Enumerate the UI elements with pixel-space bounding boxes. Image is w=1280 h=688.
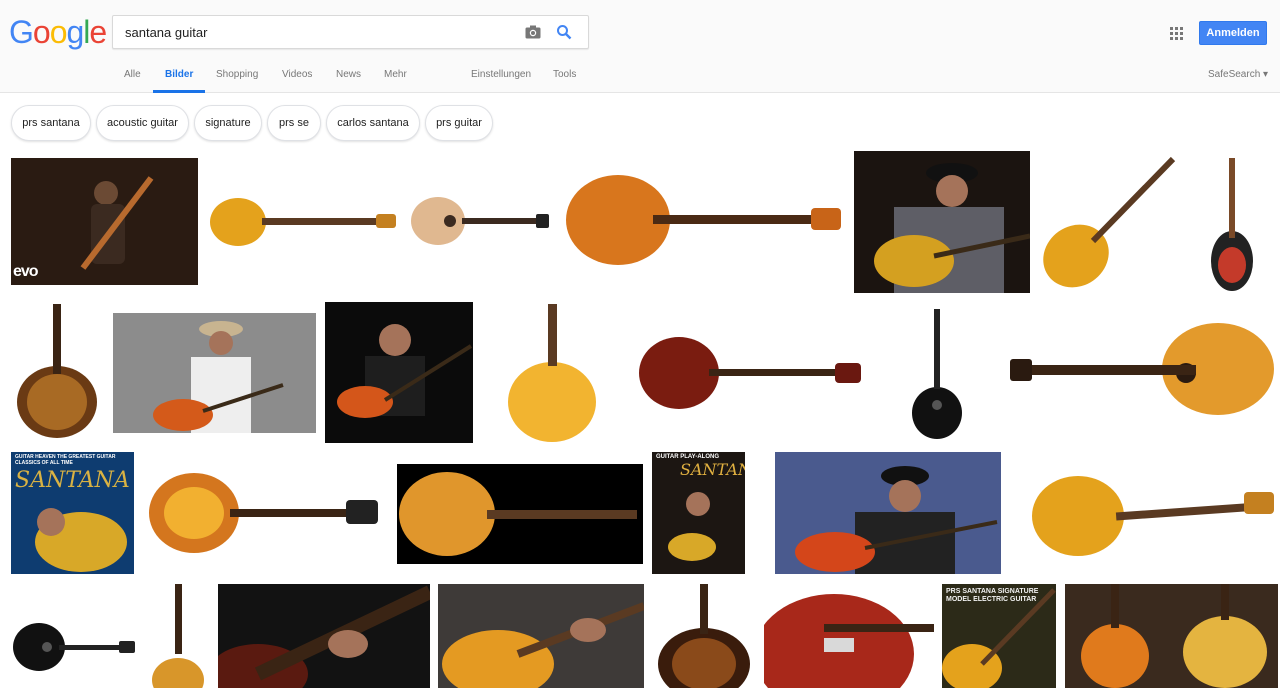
result-image[interactable] [505,302,600,443]
result-image[interactable] [113,313,316,433]
result-image[interactable]: GUITAR HEAVEN THE GREATEST GUITAR CLASSI… [11,452,134,574]
result-image[interactable]: evo [11,158,198,285]
search-icon[interactable] [556,24,572,40]
search-box[interactable]: santana guitar [112,15,589,49]
guitarist-photo-icon [325,302,473,443]
guitar-icon [912,309,962,439]
tab-tools[interactable]: Tools [553,69,576,80]
tab-einstellungen[interactable]: Einstellungen [471,69,531,80]
result-image[interactable] [563,170,843,270]
chip-prs-se[interactable]: prs se [267,105,321,141]
result-image[interactable] [1065,584,1278,688]
tab-news[interactable]: News [336,69,361,80]
logo-letter-o1: o [32,14,51,50]
result-image[interactable] [438,584,644,688]
result-image[interactable] [764,584,934,688]
tab-shopping[interactable]: Shopping [216,69,258,80]
guitar-icon [1010,323,1274,415]
result-image[interactable] [208,190,398,254]
chip-prs-guitar[interactable]: prs guitar [425,105,493,141]
tab-videos[interactable]: Videos [282,69,312,80]
chip-carlos-santana[interactable]: carlos santana [326,105,420,141]
guitarist-photo-icon [854,151,1030,293]
result-image[interactable] [11,615,137,675]
result-image[interactable] [910,305,964,440]
vevo-badge: evo [13,263,39,280]
result-image[interactable] [148,584,209,688]
guitarist-photo-icon [113,313,316,433]
guitarist-photo-icon [11,158,198,285]
guitar-icon [152,584,204,688]
result-image[interactable] [854,151,1030,293]
result-image[interactable] [397,464,643,564]
guitar-icon [411,197,549,245]
guitar-icon [1032,476,1274,556]
guitar-icon [149,473,378,553]
guitar-icon [508,304,596,442]
guitar-icon [1211,158,1253,291]
result-image[interactable] [325,302,473,443]
result-image[interactable] [775,452,1001,574]
logo-letter-g2: g [66,14,84,50]
result-image[interactable] [637,332,863,414]
guitar-closeup-icon [764,584,934,688]
result-image[interactable] [1008,321,1276,417]
chip-acoustic-guitar[interactable]: acoustic guitar [96,105,189,141]
result-image[interactable] [1208,153,1258,291]
result-image[interactable]: PRS SANTANA SIGNATURE MODEL ELECTRIC GUI… [942,584,1056,688]
safesearch-dropdown[interactable]: SafeSearch ▾ [1208,69,1268,80]
result-image[interactable] [1030,470,1276,558]
tab-mehr[interactable]: Mehr [384,69,407,80]
guitar-icon [658,584,750,688]
result-image[interactable] [218,584,430,688]
guitar-closeup-icon [218,584,430,688]
result-image[interactable] [1038,151,1180,293]
guitar-icon [639,337,861,409]
logo-letter-e: e [89,14,107,50]
tab-bilder[interactable]: Bilder [165,69,193,80]
guitar-icon [17,304,97,438]
logo-letter-o2: o [49,14,68,50]
search-input[interactable]: santana guitar [125,25,207,40]
result-image[interactable] [11,302,103,440]
chip-prs-santana[interactable]: prs santana [11,105,91,141]
guitarist-photo-icon [775,452,1001,574]
guitar-icon [210,198,396,246]
camera-icon[interactable] [525,25,541,39]
google-logo[interactable]: Google [9,14,107,50]
result-image[interactable] [146,470,382,556]
book-cover-text: PRS SANTANA SIGNATURE MODEL ELECTRIC GUI… [946,588,1039,603]
album-cover-text: GUITAR HEAVEN THE GREATEST GUITAR CLASSI… [15,454,116,466]
result-image[interactable] [653,584,755,688]
tab-alle[interactable]: Alle [124,69,141,80]
logo-letter-g: G [9,14,34,50]
result-image[interactable] [410,193,550,248]
apps-grid-icon[interactable] [1170,27,1183,40]
result-image[interactable]: GUITAR PLAY-ALONG SANTANA [652,452,745,574]
guitar-icon [566,175,841,265]
album-cover-brand: SANTANA [15,468,130,493]
guitar-icon [397,464,643,564]
book-cover-brand: SANTANA [680,460,745,479]
sign-in-button[interactable]: Anmelden [1199,21,1267,45]
chip-signature[interactable]: signature [194,105,262,141]
active-tab-indicator [153,90,205,93]
guitar-icon [1043,156,1176,288]
header: Google santana guitar Anmelden Alle Bild… [0,0,1280,93]
guitar-icon [13,623,135,671]
guitar-closeup-icon [438,584,644,688]
guitar-store-icon [1065,584,1278,688]
